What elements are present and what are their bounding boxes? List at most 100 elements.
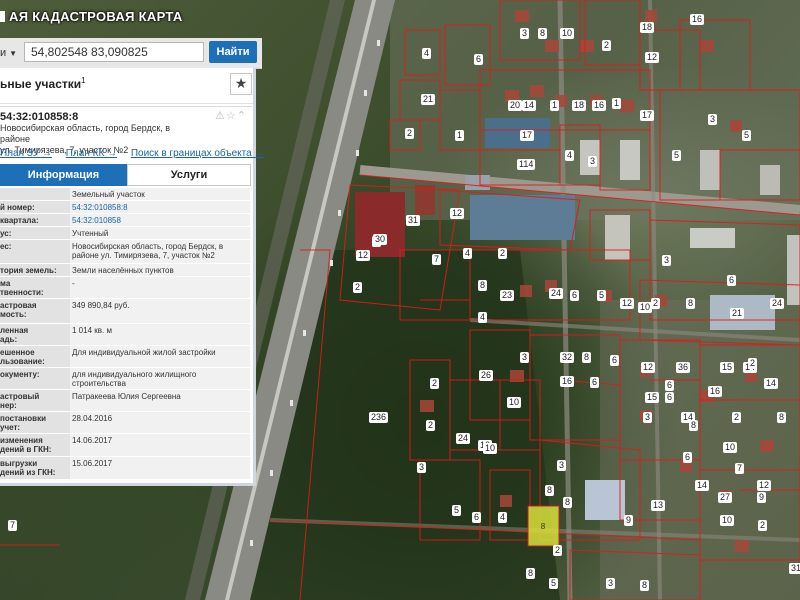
parcel-number-label: 3 <box>643 412 653 423</box>
tab-services[interactable]: Услуги <box>127 164 251 186</box>
parcel-number-label: 10 <box>483 443 498 454</box>
parcel-number-label: 2 <box>748 358 758 369</box>
parcel-number-label: 9 <box>757 492 767 503</box>
search-bar: и▼ Найти <box>0 38 262 69</box>
search-input[interactable] <box>24 42 204 62</box>
parcel-number-label: 2 <box>732 412 742 423</box>
parcel-number-label: 8 <box>640 580 650 591</box>
search-in-bounds-link[interactable]: Поиск в границах объекта → <box>131 148 265 159</box>
parcel-number-label: 7 <box>8 520 18 531</box>
parcel-number-label: 10 <box>720 515 735 526</box>
info-row-key: ес: <box>0 240 70 263</box>
parcel-number-label: 8 <box>538 28 548 39</box>
info-row-key: астровая мость: <box>0 299 70 323</box>
parcel-number-label: 20 <box>508 100 523 111</box>
parcel-number-label: 2 <box>426 420 436 431</box>
parcel-number-label: 31 <box>789 563 800 574</box>
parcel-number-label: 17 <box>640 110 655 121</box>
parcel-number-label: 8 <box>777 412 787 423</box>
parcel-number-label: 8 <box>686 298 696 309</box>
parcel-number-label: 5 <box>549 578 559 589</box>
parcel-number-label: 4 <box>565 150 575 161</box>
parcel-number-label: 7 <box>432 254 442 265</box>
info-row: выгрузки дений из ГКН: 15.06.2017 <box>0 457 250 480</box>
parcel-number-label: 4 <box>478 312 488 323</box>
parcel-number-label: 5 <box>452 505 462 516</box>
plan-zu-link[interactable]: План ЗУ → <box>0 148 52 159</box>
parcel-number-label: 12 <box>645 52 660 63</box>
parcel-number-label: 5 <box>672 150 682 161</box>
parcel-number-label: 8 <box>582 352 592 363</box>
info-row-key: окументу: <box>0 368 70 389</box>
info-row-value: 349 890,84 руб. <box>70 299 250 323</box>
parcel-number-label: 2 <box>602 40 612 51</box>
parcel-number-label: 18 <box>640 22 655 33</box>
info-row-value: 14.06.2017 <box>70 434 250 456</box>
parcel-number-label: 16 <box>560 376 575 387</box>
parcel-number-label: 8 <box>689 420 699 431</box>
favorite-star-icon[interactable]: ★ <box>230 73 252 95</box>
object-action-icons[interactable]: ⚠☆⌃ <box>215 109 247 122</box>
parcel-number-label: 12 <box>356 250 371 261</box>
info-row-value: Земельный участок <box>70 188 250 200</box>
info-row-value: Учтенный <box>70 227 250 239</box>
parcel-number-label: 14 <box>522 100 537 111</box>
info-row-value[interactable]: 54:32:010858 <box>70 214 250 226</box>
info-row-key <box>0 188 70 200</box>
parcel-number-label: 10 <box>507 397 522 408</box>
plan-kk-link[interactable]: План КК → <box>66 148 117 159</box>
panel-title-text: ьные участки <box>0 77 82 91</box>
chevron-down-icon: ▼ <box>9 49 18 58</box>
info-row-value: 28.04.2016 <box>70 412 250 433</box>
parcel-number-label: 27 <box>718 492 733 503</box>
parcel-number-label: 10 <box>560 28 575 39</box>
parcel-number-label: 24 <box>770 298 785 309</box>
info-row: ус: Учтенный <box>0 227 250 240</box>
info-row-key: квартала: <box>0 214 70 226</box>
map-title: АЯ КАДАСТРОВАЯ КАРТА <box>0 9 183 24</box>
parcel-number-label: 18 <box>572 100 587 111</box>
parcel-number-label: 3 <box>588 156 598 167</box>
search-type-label: и <box>0 47 7 59</box>
info-row: квартала: 54:32:010858 <box>0 214 250 227</box>
info-row-value: - <box>70 277 250 298</box>
parcel-number-label: 16 <box>690 14 705 25</box>
tab-information[interactable]: Информация <box>0 164 127 186</box>
parcel-number-label: 26 <box>479 370 494 381</box>
parcel-number-label: 10 <box>638 302 653 313</box>
info-row: Земельный участок <box>0 188 250 201</box>
parcel-number-label: 4 <box>422 48 432 59</box>
parcel-number-label: 10 <box>723 442 738 453</box>
panel-title: ьные участки1 <box>0 76 86 91</box>
find-button[interactable]: Найти <box>209 41 257 63</box>
info-row-key: изменения дений в ГКН: <box>0 434 70 456</box>
parcel-number-label: 4 <box>498 512 508 523</box>
parcel-number-label: 14 <box>695 480 710 491</box>
info-row-key: й номер: <box>0 201 70 213</box>
panel-title-count: 1 <box>81 76 86 85</box>
info-row-value: 15.06.2017 <box>70 457 250 479</box>
parcel-number-label: 8 <box>478 280 488 291</box>
parcel-number-label: 2 <box>651 298 661 309</box>
info-row-key: астровый нер: <box>0 390 70 411</box>
object-number: 54:32:010858:8 <box>0 111 79 123</box>
parcel-number-label: 8 <box>545 485 555 496</box>
parcel-number-label: 8 <box>526 568 536 579</box>
info-row: й номер: 54:32:010858:8 <box>0 201 250 214</box>
map-title-text: АЯ КАДАСТРОВАЯ КАРТА <box>9 9 183 24</box>
info-row-value: 1 014 кв. м <box>70 324 250 345</box>
search-type-select[interactable]: и ▼ <box>0 44 20 62</box>
info-row-value[interactable]: 54:32:010858:8 <box>70 201 250 213</box>
info-row-value: Земли населённых пунктов <box>70 264 250 276</box>
parcel-number-label: 6 <box>472 512 482 523</box>
parcel-number-label: 21 <box>730 308 745 319</box>
parcel-number-label: 13 <box>651 500 666 511</box>
parcel-number-label: 21 <box>421 94 436 105</box>
parcel-number-label: 12 <box>620 298 635 309</box>
parcel-number-label: 3 <box>520 352 530 363</box>
info-row-value: Новосибирская область, город Бердск, в р… <box>70 240 250 263</box>
parcel-number-label: 1 <box>455 130 465 141</box>
info-row-value: Для индивидуальной жилой застройки <box>70 346 250 367</box>
info-panel: ьные участки1 ★ 54:32:010858:8 ⚠☆⌃ Новос… <box>0 68 264 486</box>
parcel-number-label: 3 <box>557 460 567 471</box>
